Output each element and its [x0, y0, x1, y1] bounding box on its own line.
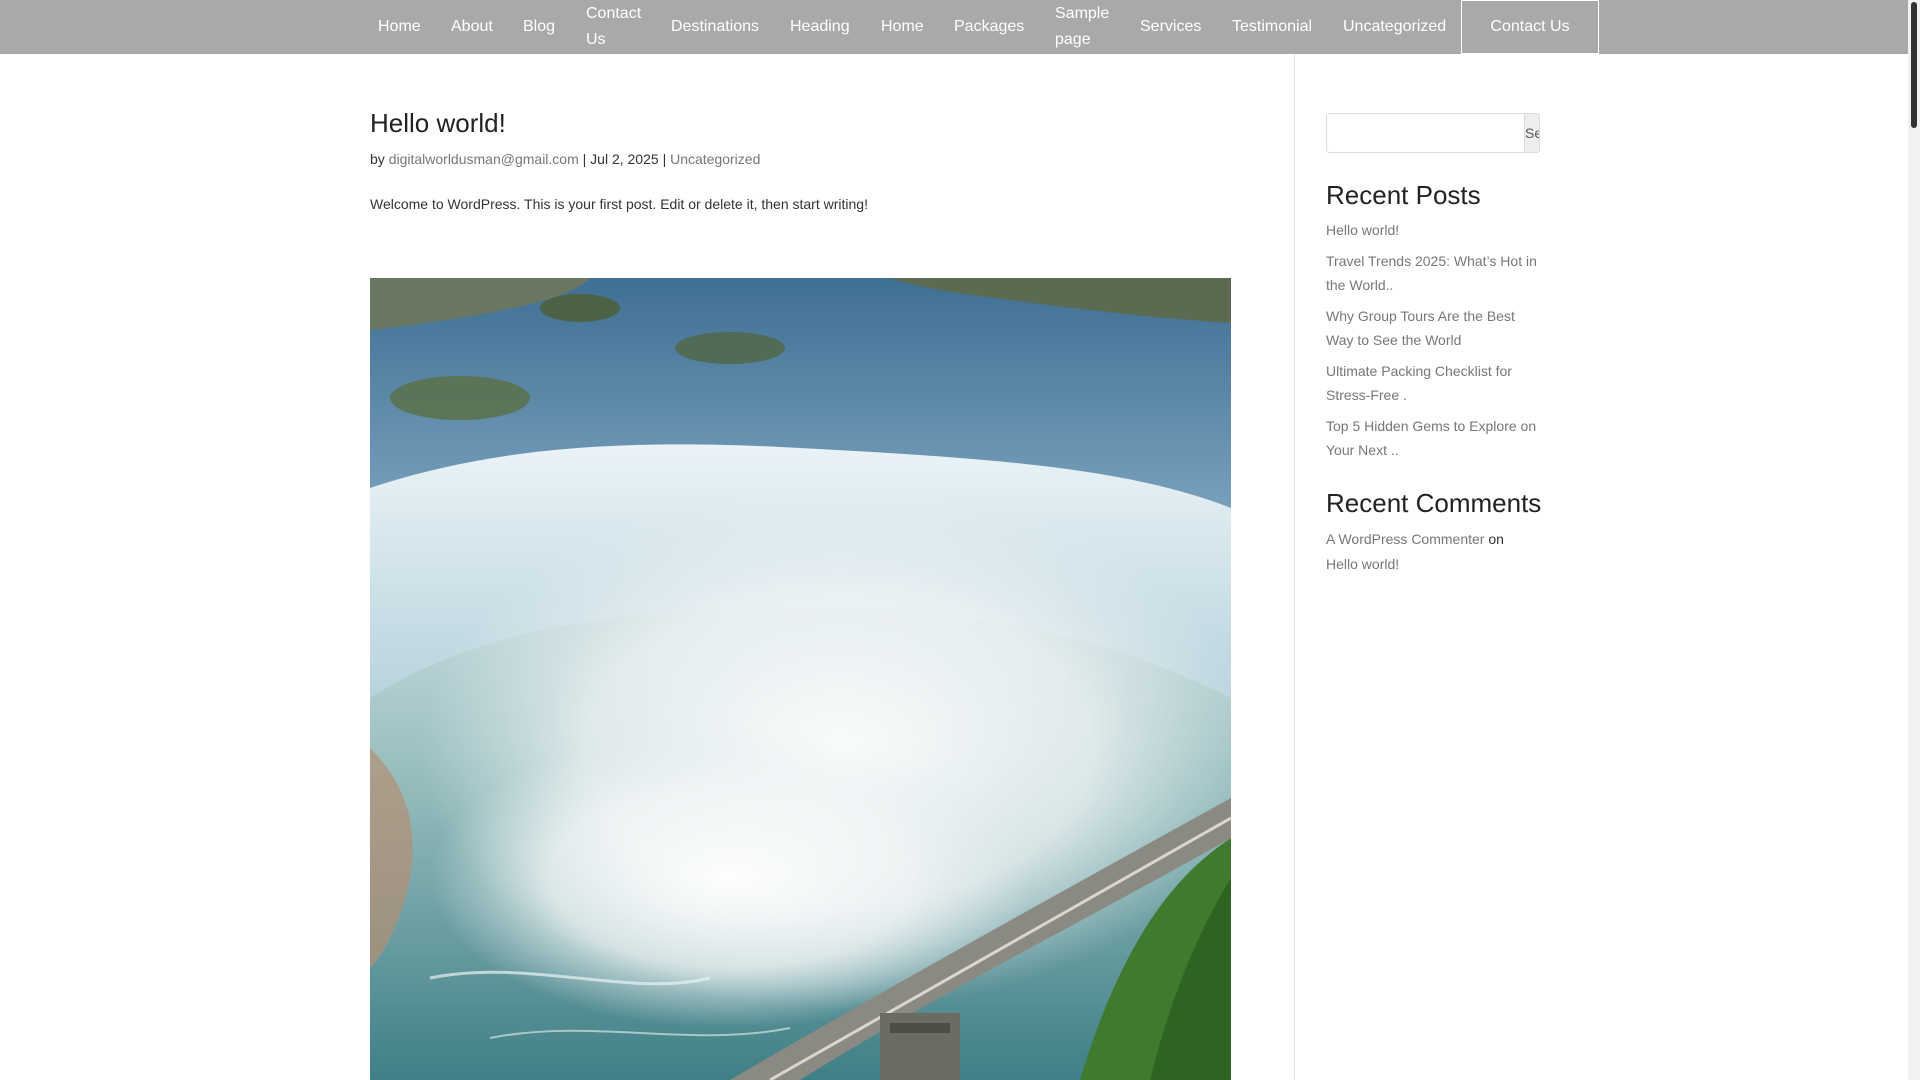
recent-posts-list: Hello world! Travel Trends 2025: What’s …	[1326, 218, 1546, 469]
comment-on: on	[1488, 531, 1504, 547]
post-featured-image	[370, 278, 1231, 1080]
recent-post-link[interactable]: Ultimate Packing Checklist for Stress-Fr…	[1326, 359, 1546, 407]
nav-item-heading[interactable]: Heading	[790, 0, 850, 54]
recent-comments-title: Recent Comments	[1326, 488, 1542, 518]
contact-us-button[interactable]: Contact Us	[1461, 0, 1599, 54]
nav-item-packages[interactable]: Packages	[954, 0, 1024, 54]
comment-post-link[interactable]: Hello world!	[1326, 556, 1399, 572]
recent-posts-title: Recent Posts	[1326, 180, 1481, 210]
meta-by: by	[370, 151, 385, 167]
recent-post-link[interactable]: Travel Trends 2025: What’s Hot in the Wo…	[1326, 249, 1546, 297]
nav-item-blog[interactable]: Blog	[523, 0, 555, 54]
nav-item-home[interactable]: Home	[378, 0, 421, 54]
recent-post-link[interactable]: Top 5 Hidden Gems to Explore on Your Nex…	[1326, 414, 1546, 462]
page-scrollbar[interactable]	[1908, 0, 1920, 1080]
recent-post-link[interactable]: Why Group Tours Are the Best Way to See …	[1326, 304, 1546, 352]
post-title[interactable]: Hello world!	[370, 108, 506, 139]
meta-separator: |	[662, 151, 667, 167]
meta-separator: |	[582, 151, 587, 167]
category-link[interactable]: Uncategorized	[670, 151, 760, 167]
search-input[interactable]	[1327, 114, 1524, 152]
sidebar-search: Search	[1326, 113, 1540, 153]
nav-item-services[interactable]: Services	[1140, 0, 1201, 54]
post-meta: by digitalworldusman@gmail.com | Jul 2, …	[370, 151, 760, 167]
top-navigation: Home About Blog Contact Us Destinations …	[0, 0, 1908, 54]
nav-item-contact-us[interactable]: Contact Us	[586, 0, 650, 54]
nav-item-testimonial[interactable]: Testimonial	[1232, 0, 1312, 54]
nav-item-home-2[interactable]: Home	[881, 0, 924, 54]
search-button[interactable]: Search	[1524, 114, 1539, 152]
recent-post-link[interactable]: Hello world!	[1326, 218, 1546, 242]
recent-comment: A WordPress Commenter on Hello world!	[1326, 527, 1536, 577]
nav-item-sample-page[interactable]: Sample page	[1055, 0, 1119, 54]
sidebar-divider	[1294, 54, 1295, 1080]
post-date: Jul 2, 2025	[590, 151, 659, 167]
nav-item-destinations[interactable]: Destinations	[671, 0, 759, 54]
scrollbar-thumb[interactable]	[1911, 2, 1917, 128]
nav-item-uncategorized[interactable]: Uncategorized	[1343, 0, 1446, 54]
post-body: Welcome to WordPress. This is your first…	[370, 196, 868, 212]
comment-author-link[interactable]: A WordPress Commenter	[1326, 531, 1484, 547]
nav-item-about[interactable]: About	[451, 0, 493, 54]
author-link[interactable]: digitalworldusman@gmail.com	[389, 151, 579, 167]
